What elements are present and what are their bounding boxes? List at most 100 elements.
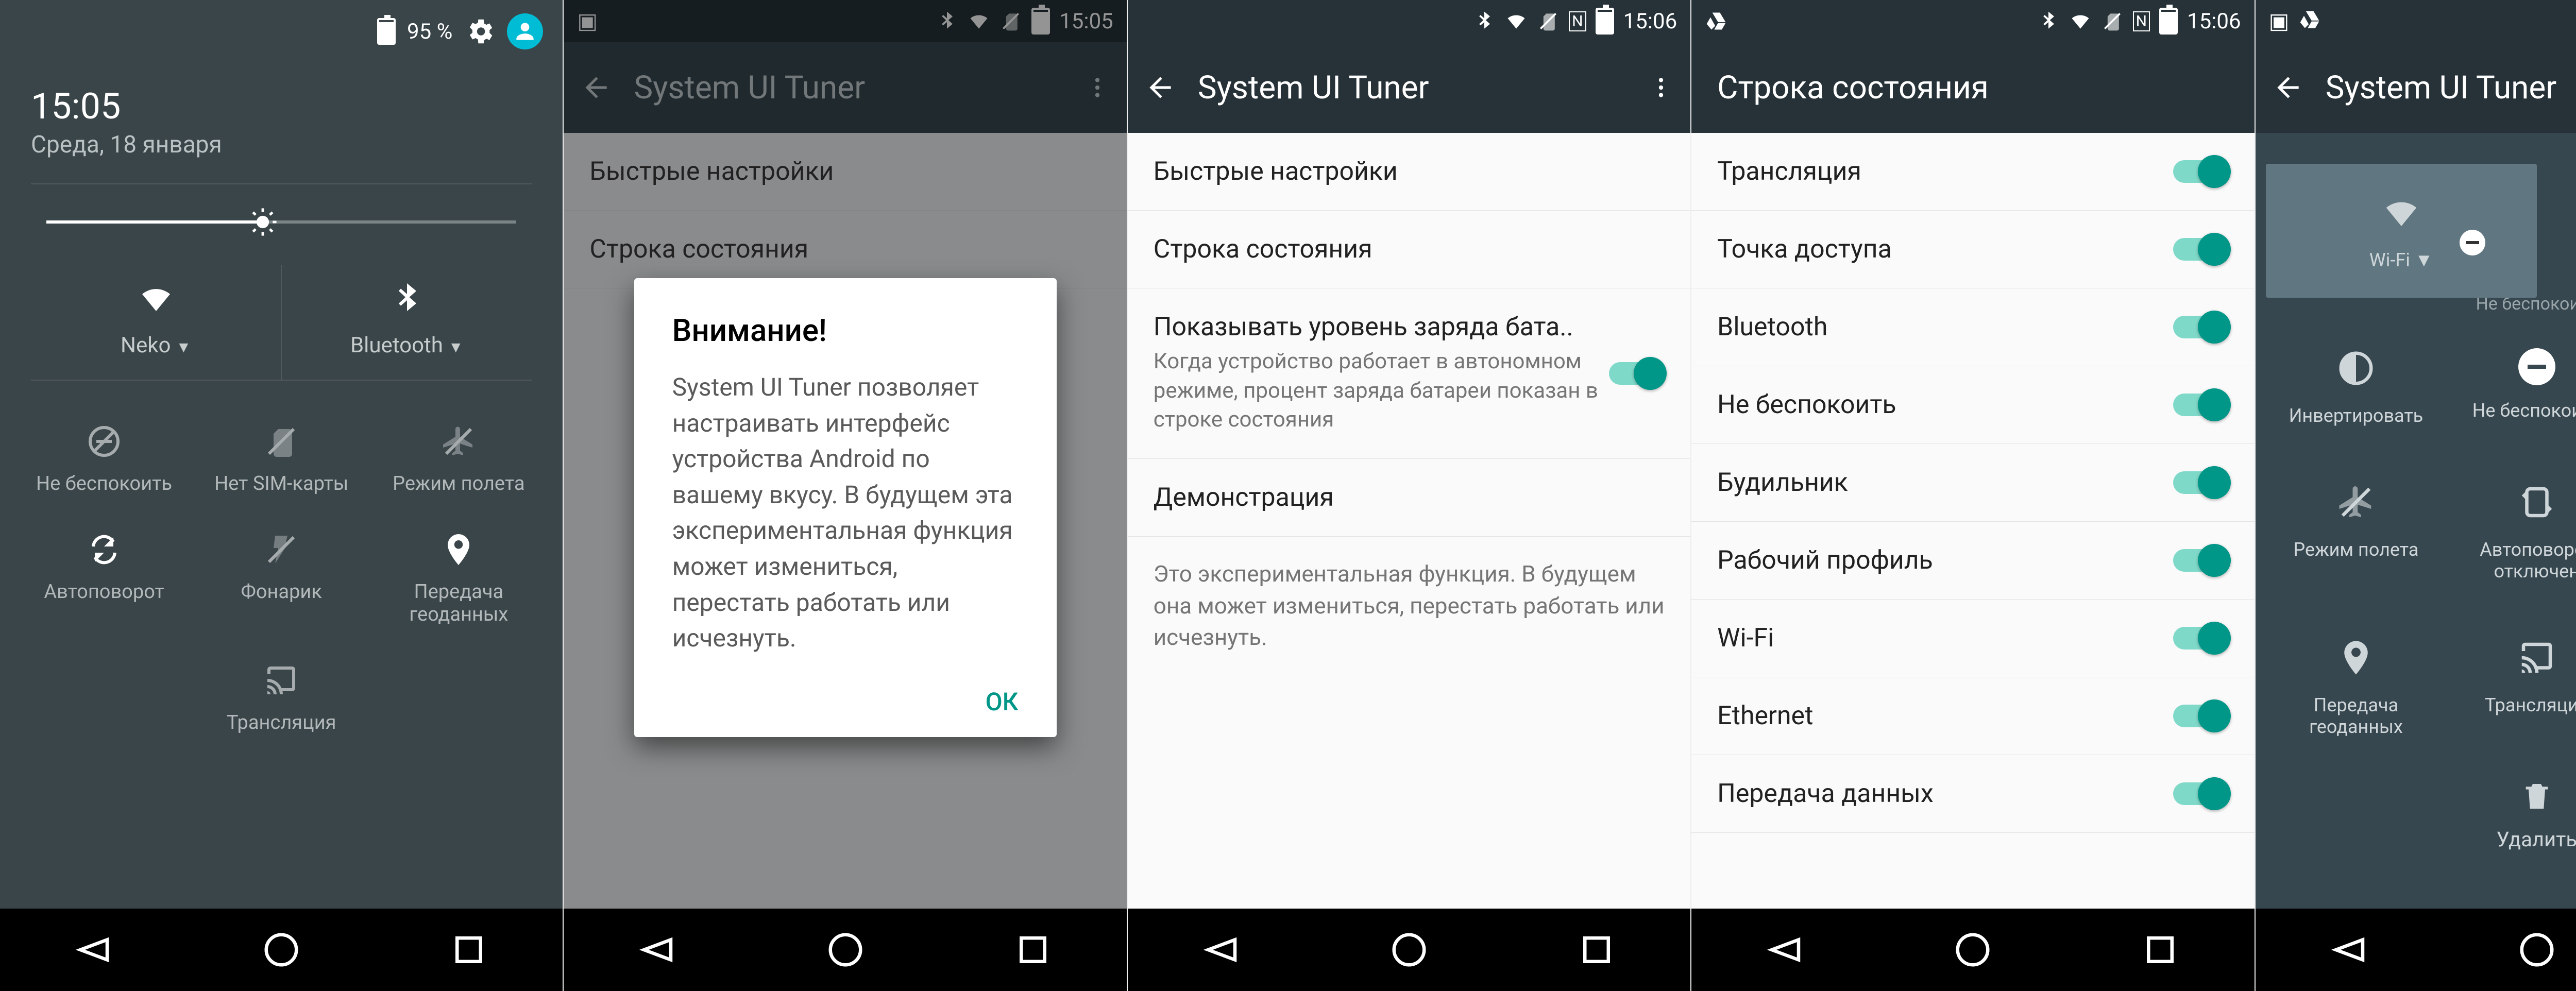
nav-home-icon[interactable]	[1953, 930, 1993, 970]
tile-location[interactable]: Передача геоданных	[2266, 609, 2447, 764]
brightness-slider[interactable]	[46, 220, 516, 224]
clock: 15:06	[2187, 9, 2241, 34]
dialog-body: System UI Tuner позволяет настраивать ин…	[672, 369, 1019, 656]
location-tile[interactable]: Передача геоданных	[370, 519, 547, 650]
list-item[interactable]: Трансляция	[1691, 133, 2254, 211]
nav-back-icon[interactable]	[637, 930, 677, 970]
nosim-tile[interactable]: Нет SIM-карты	[193, 411, 370, 519]
status-bar: N 15:06	[1128, 0, 1690, 42]
switch[interactable]	[2173, 394, 2229, 416]
tile-invert[interactable]: Инвертировать	[2266, 319, 2447, 453]
nav-recent-icon[interactable]	[449, 930, 489, 970]
dialog-ok-button[interactable]: ОК	[672, 687, 1019, 716]
navigation-bar	[1128, 909, 1690, 991]
list-item[interactable]: Не беспокоить	[1691, 366, 2254, 444]
dnd-icon	[86, 423, 123, 460]
page-title: Строка состояния	[1717, 69, 2238, 107]
tile-wifi[interactable]: Wi-Fi ▼	[2266, 164, 2537, 298]
tile-airplane[interactable]: Режим полета	[2266, 453, 2447, 609]
status-bar: 95 %	[0, 0, 563, 49]
more-icon[interactable]	[1648, 75, 1674, 100]
flashlight-icon	[263, 531, 300, 568]
navigation-bar	[2256, 909, 2576, 991]
list-item-status[interactable]: Строка состояния	[1128, 211, 1690, 288]
switch[interactable]	[2173, 160, 2229, 183]
airplane-icon	[2336, 482, 2376, 522]
tile-bluetooth[interactable]: Bluetooth ▼	[2537, 164, 2576, 298]
switch[interactable]	[2173, 627, 2229, 650]
nav-recent-icon[interactable]	[1577, 930, 1617, 970]
wifi-tile[interactable]: Neko▼	[31, 265, 281, 380]
navigation-bar	[0, 909, 563, 991]
nosim-icon	[1537, 10, 1560, 32]
status-bar: N 15:06	[1691, 0, 2254, 42]
switch[interactable]	[2173, 705, 2229, 727]
clock: 15:05	[31, 86, 563, 128]
list-item[interactable]: Рабочий профиль	[1691, 522, 2254, 600]
cast-icon	[263, 662, 300, 699]
nosim-icon	[2101, 10, 2124, 32]
autorotate-tile[interactable]: Автоповорот	[15, 519, 193, 650]
list-item[interactable]: Ethernet	[1691, 677, 2254, 755]
switch[interactable]	[2173, 316, 2229, 338]
switch[interactable]	[2173, 549, 2229, 572]
gear-icon[interactable]	[464, 15, 496, 47]
battery-pct: 95 %	[407, 19, 452, 44]
drive-icon	[1705, 10, 1727, 32]
nav-recent-icon[interactable]	[2140, 930, 2180, 970]
nav-back-icon[interactable]	[2329, 930, 2369, 970]
cast-tile[interactable]: Трансляция	[193, 650, 370, 758]
nav-back-icon[interactable]	[1765, 930, 1805, 970]
airplane-tile[interactable]: Режим полета	[370, 411, 547, 519]
page-title: System UI Tuner	[1198, 69, 1626, 107]
nav-home-icon[interactable]	[261, 930, 301, 970]
location-icon	[440, 531, 477, 568]
drive-icon	[2298, 8, 2321, 31]
footnote: Это экспериментальная функция. В будущем…	[1128, 537, 1690, 675]
list-item-quick[interactable]: Быстрые настройки	[1128, 133, 1690, 211]
tile-autorotate[interactable]: Автоповорот отключен	[2446, 453, 2576, 609]
bluetooth-icon	[2037, 10, 2060, 32]
list-item[interactable]: Bluetooth	[1691, 288, 2254, 366]
screen-statusbar-settings: N 15:06 Строка состояния ТрансляцияТочка…	[1691, 0, 2255, 991]
list-item[interactable]: Точка доступа	[1691, 211, 2254, 288]
nav-recent-icon[interactable]	[1013, 930, 1053, 970]
nav-home-icon[interactable]	[825, 930, 866, 970]
app-bar: Строка состояния	[1691, 42, 2254, 133]
list-item-battery-pct[interactable]: Показывать уровень заряда бата.. Когда у…	[1128, 288, 1690, 459]
switch-battery-pct[interactable]	[1609, 362, 1665, 385]
nav-back-icon[interactable]	[74, 930, 114, 970]
brightness-icon[interactable]	[248, 207, 278, 237]
dialog-scrim[interactable]: Внимание! System UI Tuner позволяет наст…	[564, 0, 1126, 991]
nav-home-icon[interactable]	[1389, 930, 1429, 970]
dnd-tile[interactable]: Не беспокоить	[15, 411, 193, 519]
list-item[interactable]: Будильник	[1691, 444, 2254, 522]
dialog: Внимание! System UI Tuner позволяет наст…	[634, 278, 1057, 737]
autorotate-icon	[86, 531, 123, 568]
delete-drop-zone[interactable]: Удалить	[2266, 764, 2576, 851]
switch[interactable]	[2173, 471, 2229, 494]
back-icon[interactable]	[1144, 72, 1176, 104]
navigation-bar	[564, 909, 1126, 991]
remove-badge-icon[interactable]	[2460, 230, 2485, 255]
list-item-demo[interactable]: Демонстрация	[1128, 459, 1690, 537]
list-item[interactable]: Wi-Fi	[1691, 600, 2254, 677]
nav-home-icon[interactable]	[2517, 930, 2557, 970]
screen-tuner-tiles: ▣ N 15:06 System UI Tuner Wi-Fi ▼ Blueto…	[2256, 0, 2576, 991]
battery-icon	[2159, 8, 2178, 35]
tile-dnd[interactable]: Не беспокоить	[2446, 319, 2576, 453]
nfc-icon: N	[2133, 11, 2150, 31]
switch[interactable]	[2173, 238, 2229, 261]
switch[interactable]	[2173, 782, 2229, 805]
list-item[interactable]: Передача данных	[1691, 755, 2254, 833]
trash-icon	[2520, 780, 2553, 813]
avatar[interactable]	[507, 13, 543, 49]
nav-back-icon[interactable]	[1201, 930, 1242, 970]
back-icon[interactable]	[2272, 72, 2304, 104]
app-bar: System UI Tuner	[1128, 42, 1690, 133]
wifi-label: Neko	[121, 333, 171, 358]
notif-image-icon: ▣	[2269, 8, 2290, 34]
bluetooth-tile[interactable]: Bluetooth▼	[281, 265, 532, 380]
tile-cast[interactable]: Трансляция	[2446, 609, 2576, 764]
flashlight-tile[interactable]: Фонарик	[193, 519, 370, 650]
